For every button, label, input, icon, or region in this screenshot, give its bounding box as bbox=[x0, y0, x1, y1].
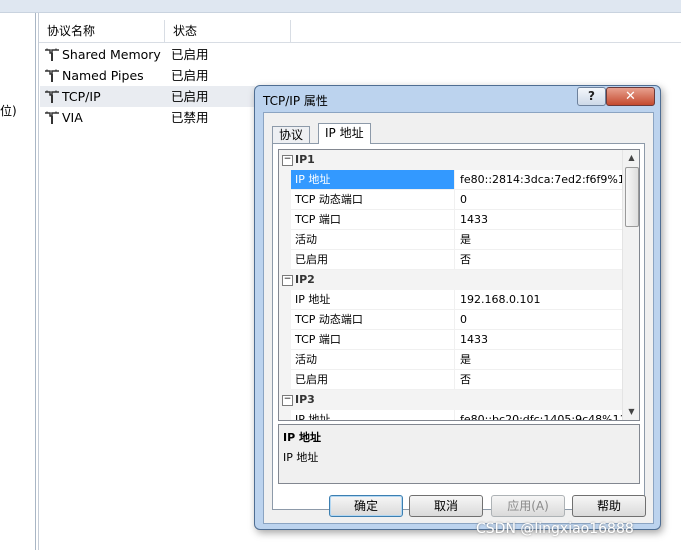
row-gutter bbox=[279, 330, 291, 350]
protocol-status: 已启用 bbox=[171, 47, 209, 62]
protocol-name: Named Pipes bbox=[62, 68, 144, 83]
column-header-status[interactable]: 状态 bbox=[165, 20, 291, 42]
row-gutter bbox=[279, 410, 291, 420]
property-row[interactable]: TCP 动态端口 0 bbox=[279, 190, 622, 210]
property-value[interactable]: 0 bbox=[460, 310, 467, 329]
tab-protocol[interactable]: 协议 bbox=[272, 126, 311, 143]
cancel-button[interactable]: 取消 bbox=[409, 495, 483, 517]
property-row[interactable]: TCP 动态端口 0 bbox=[279, 310, 622, 330]
column-header-name[interactable]: 协议名称 bbox=[39, 20, 165, 42]
section-header-ip3[interactable]: − IP3 bbox=[279, 390, 622, 410]
protocol-row[interactable]: VIA 已禁用 bbox=[40, 107, 290, 128]
protocol-status: 已禁用 bbox=[171, 110, 209, 125]
property-name: TCP 动态端口 bbox=[291, 190, 455, 209]
property-name: 已启用 bbox=[291, 370, 455, 389]
protocol-icon bbox=[44, 68, 60, 82]
property-name: IP 地址 bbox=[291, 290, 455, 309]
scroll-down-arrow-icon[interactable]: ▼ bbox=[623, 404, 639, 420]
protocol-row[interactable]: Shared Memory 已启用 bbox=[40, 44, 290, 65]
property-name: TCP 端口 bbox=[291, 330, 455, 349]
row-gutter bbox=[279, 170, 291, 190]
protocol-status: 已启用 bbox=[171, 89, 209, 104]
property-value[interactable]: 是 bbox=[460, 230, 471, 249]
protocol-name: VIA bbox=[62, 110, 83, 125]
scroll-thumb[interactable] bbox=[625, 167, 639, 227]
row-gutter bbox=[279, 190, 291, 210]
apply-button[interactable]: 应用(A) bbox=[491, 495, 565, 517]
protocol-status: 已启用 bbox=[171, 68, 209, 83]
property-row[interactable]: 已启用否 bbox=[279, 250, 622, 270]
section-header-ip2[interactable]: − IP2 bbox=[279, 270, 622, 290]
section-label: IP3 bbox=[295, 393, 315, 406]
vertical-scrollbar[interactable]: ▲ ▼ bbox=[622, 150, 639, 420]
property-value[interactable]: 1433 bbox=[460, 330, 488, 349]
tab-panel: − IP1 IP 地址 fe80::2814:3dca:7ed2:f6f9%12 TCP… bbox=[272, 143, 645, 510]
property-row[interactable]: 活动是 bbox=[279, 230, 622, 250]
row-gutter bbox=[279, 350, 291, 370]
property-row[interactable]: TCP 端口 1433 bbox=[279, 210, 622, 230]
property-value[interactable]: fe80::bc20:dfc:1405:9c48%11 bbox=[460, 410, 627, 420]
property-value[interactable]: fe80::2814:3dca:7ed2:f6f9%12 bbox=[460, 170, 632, 189]
section-label: IP2 bbox=[295, 273, 315, 286]
property-row[interactable]: 活动是 bbox=[279, 350, 622, 370]
title-help-button[interactable]: ? bbox=[577, 87, 606, 106]
property-value[interactable]: 是 bbox=[460, 350, 471, 369]
description-title: IP 地址 bbox=[283, 431, 321, 444]
property-name: IP 地址 bbox=[291, 170, 455, 189]
protocol-icon bbox=[44, 47, 60, 61]
property-value[interactable]: 否 bbox=[460, 370, 471, 389]
property-name: 活动 bbox=[291, 350, 455, 369]
watermark: CSDN @lingxiao16888 bbox=[476, 521, 634, 537]
section-label: IP1 bbox=[295, 153, 315, 166]
section-header-ip1[interactable]: − IP1 bbox=[279, 150, 622, 170]
row-gutter bbox=[279, 310, 291, 330]
ok-button[interactable]: 确定 bbox=[329, 495, 403, 517]
property-row[interactable]: IP 地址 fe80::2814:3dca:7ed2:f6f9%12 bbox=[279, 170, 632, 190]
property-value[interactable]: 192.168.0.101 bbox=[460, 290, 540, 309]
scroll-up-arrow-icon[interactable]: ▲ bbox=[623, 150, 639, 166]
top-toolbar-strip bbox=[0, 0, 681, 13]
protocol-icon bbox=[44, 89, 60, 103]
description-text: IP 地址 bbox=[283, 451, 319, 464]
property-name: 活动 bbox=[291, 230, 455, 249]
property-value[interactable]: 0 bbox=[460, 190, 467, 209]
row-gutter bbox=[279, 230, 291, 250]
protocol-name: TCP/IP bbox=[62, 89, 101, 104]
property-value[interactable]: 1433 bbox=[460, 210, 488, 229]
close-button[interactable]: ✕ bbox=[606, 87, 655, 106]
property-row[interactable]: IP 地址 192.168.0.101 bbox=[279, 290, 622, 310]
property-row[interactable]: 已启用否 bbox=[279, 370, 622, 390]
property-name: TCP 动态端口 bbox=[291, 310, 455, 329]
row-gutter bbox=[279, 290, 291, 310]
tree-pane bbox=[0, 13, 36, 550]
property-name: TCP 端口 bbox=[291, 210, 455, 229]
property-name: IP 地址 bbox=[291, 410, 455, 420]
property-value[interactable]: 否 bbox=[460, 250, 471, 269]
dialog-title: TCP/IP 属性 bbox=[263, 94, 328, 108]
help-button[interactable]: 帮助 bbox=[572, 495, 646, 517]
property-row[interactable]: TCP 端口 1433 bbox=[279, 330, 622, 350]
protocol-row[interactable]: TCP/IP 已启用 bbox=[40, 86, 290, 107]
tree-pane-label: 位) bbox=[0, 104, 17, 118]
protocol-row[interactable]: Named Pipes 已启用 bbox=[40, 65, 290, 86]
tcpip-properties-dialog: TCP/IP 属性 ? ✕ 协议 IP 地址 − IP1 IP 地址 fe80::28… bbox=[254, 85, 661, 530]
property-name: 已启用 bbox=[291, 250, 455, 269]
dialog-body: 协议 IP 地址 − IP1 IP 地址 fe80::2814:3dca:7ed2:f… bbox=[263, 112, 654, 524]
row-gutter bbox=[279, 210, 291, 230]
protocol-icon bbox=[44, 110, 60, 124]
property-grid: − IP1 IP 地址 fe80::2814:3dca:7ed2:f6f9%12 TCP… bbox=[278, 149, 640, 421]
tab-ip-address[interactable]: IP 地址 bbox=[318, 123, 371, 144]
collapse-icon[interactable]: − bbox=[282, 155, 293, 166]
property-row[interactable]: IP 地址 fe80::bc20:dfc:1405:9c48%11 bbox=[279, 410, 627, 420]
collapse-icon[interactable]: − bbox=[282, 275, 293, 286]
protocol-name: Shared Memory bbox=[62, 47, 161, 62]
row-gutter bbox=[279, 370, 291, 390]
description-panel: IP 地址 IP 地址 bbox=[278, 424, 640, 484]
row-gutter bbox=[279, 250, 291, 270]
collapse-icon[interactable]: − bbox=[282, 395, 293, 406]
